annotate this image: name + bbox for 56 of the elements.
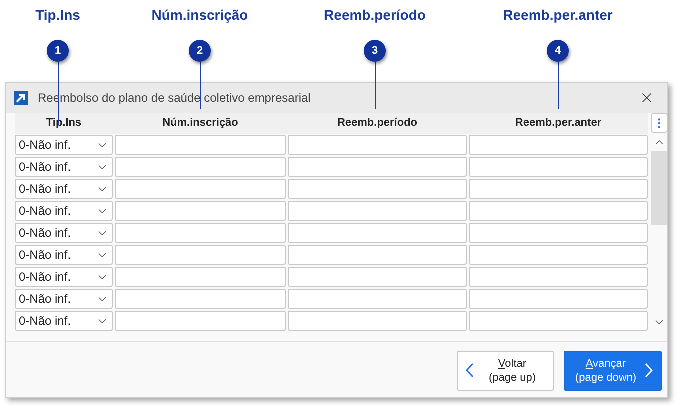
column-header: Tip.Ins [45,116,83,131]
callout-marker: 2 [189,40,211,62]
input-field[interactable] [288,311,467,331]
type-dropdown[interactable]: 0-Não inf. [15,201,113,221]
callout-marker: 1 [47,40,69,62]
type-dropdown[interactable]: 0-Não inf. [15,157,113,177]
type-dropdown[interactable]: 0-Não inf. [15,289,113,309]
input-field[interactable] [115,245,286,265]
input-field[interactable] [115,267,286,287]
input-field[interactable] [115,157,286,177]
type-dropdown[interactable]: 0-Não inf. [15,311,113,331]
callout-label: Núm.inscrição [152,6,248,24]
next-button[interactable]: Avançar (page down) [564,350,662,390]
back-button[interactable]: Voltar (page up) [457,350,554,390]
input-field[interactable] [115,289,286,309]
input-field[interactable] [288,289,467,309]
chevron-right-icon [645,363,653,378]
callout-marker: 4 [547,40,569,62]
callout-label: Tip.Ins [36,6,80,24]
input-field[interactable] [469,267,648,287]
more-options-button[interactable] [650,113,668,133]
input-field[interactable] [469,311,648,331]
chevron-left-icon [466,363,474,378]
input-field[interactable] [469,201,648,221]
input-field[interactable] [115,135,286,155]
column-header: Reemb.período [336,116,419,131]
input-field[interactable] [469,179,648,199]
scroll-thumb[interactable] [651,151,667,225]
column-header: Núm.inscrição [162,116,240,131]
type-dropdown[interactable]: 0-Não inf. [15,223,113,243]
input-field[interactable] [288,201,467,221]
input-field[interactable] [469,223,648,243]
input-field[interactable] [288,179,467,199]
callout-marker: 3 [364,40,386,62]
input-field[interactable] [115,311,286,331]
input-field[interactable] [288,157,467,177]
callout-label: Reemb.período [324,6,426,24]
input-field[interactable] [288,223,467,243]
column-header: Reemb.per.anter [514,116,603,131]
type-dropdown[interactable]: 0-Não inf. [15,179,113,199]
type-dropdown[interactable]: 0-Não inf. [15,135,113,155]
type-dropdown[interactable]: 0-Não inf. [15,245,113,265]
input-field[interactable] [288,267,467,287]
input-field[interactable] [115,223,286,243]
arrow-icon [14,91,28,105]
input-field[interactable] [469,289,648,309]
leader-line [374,62,376,109]
input-field[interactable] [469,135,648,155]
input-field[interactable] [469,157,648,177]
type-dropdown[interactable]: 0-Não inf. [15,267,113,287]
input-field[interactable] [115,179,286,199]
input-field[interactable] [469,245,648,265]
input-field[interactable] [115,201,286,221]
input-field[interactable] [288,135,467,155]
callout-label: Reemb.per.anter [503,6,613,24]
input-field[interactable] [288,245,467,265]
